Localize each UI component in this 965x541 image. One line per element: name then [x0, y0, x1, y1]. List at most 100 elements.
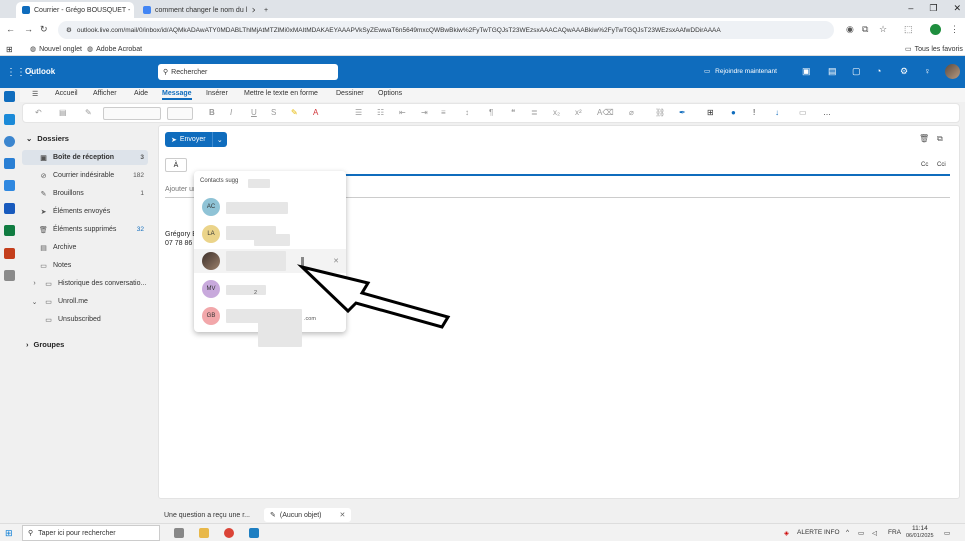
- powerpoint-app-icon[interactable]: [4, 248, 15, 259]
- teams-icon[interactable]: ▣: [802, 66, 811, 77]
- bcc-button[interactable]: Cci: [937, 162, 946, 168]
- reload-icon[interactable]: ↻: [40, 24, 48, 35]
- settings-gear-icon[interactable]: ⚙: [900, 66, 908, 77]
- folder-deleted[interactable]: 🗑 Éléments supprimés 32: [22, 222, 148, 237]
- send-button[interactable]: ➤ Envoyer ⌄: [165, 132, 227, 147]
- more-text-icon[interactable]: ≣: [531, 108, 538, 117]
- new-tab-button[interactable]: +: [258, 2, 274, 18]
- highlight-icon[interactable]: ✎: [291, 108, 298, 117]
- format-painter-icon[interactable]: ✎: [85, 108, 92, 117]
- delete-draft-icon[interactable]: 🗑: [919, 134, 929, 143]
- signature-icon[interactable]: ✒: [679, 108, 686, 117]
- folder-junk[interactable]: ⊘ Courrier indésirable 182: [22, 168, 148, 183]
- chat-icon[interactable]: ▢: [852, 66, 861, 77]
- bookmark-new-tab[interactable]: ◍ Nouvel onglet: [30, 45, 82, 54]
- font-color-icon[interactable]: A: [313, 108, 318, 117]
- clear-format-icon[interactable]: A⌫: [597, 108, 614, 117]
- superscript-icon[interactable]: x²: [575, 108, 582, 117]
- undo-icon[interactable]: ↶: [35, 108, 42, 117]
- close-tab-icon[interactable]: ✕: [251, 6, 255, 15]
- bullets-icon[interactable]: ☰: [355, 108, 362, 117]
- numbering-icon[interactable]: ☷: [377, 108, 384, 117]
- folder-sent[interactable]: ➤ Éléments envoyés: [22, 204, 148, 219]
- subscript-icon[interactable]: x₂: [553, 108, 560, 117]
- pinned-app-icon[interactable]: [249, 528, 259, 538]
- font-family-select[interactable]: [103, 107, 161, 120]
- cc-button[interactable]: Cc: [921, 162, 928, 168]
- taskbar-search-input[interactable]: ⚲ Taper ici pour rechercher: [22, 525, 160, 541]
- extensions-icon[interactable]: ⬚: [904, 24, 913, 35]
- font-size-select[interactable]: [167, 107, 193, 120]
- search-input[interactable]: ⚲ Rechercher: [158, 64, 338, 80]
- bold-icon[interactable]: B: [209, 108, 215, 117]
- menu-icon[interactable]: ⋮: [950, 24, 959, 35]
- to-button[interactable]: À: [165, 158, 187, 172]
- browser-tab-google[interactable]: comment changer le nom du l ✕: [137, 2, 255, 18]
- groups-section-header[interactable]: › Groupes: [26, 340, 64, 349]
- attach-icon[interactable]: ⌀: [629, 108, 634, 117]
- onedrive-app-icon[interactable]: [4, 158, 15, 169]
- language-indicator[interactable]: FRA: [888, 529, 901, 536]
- restore-icon[interactable]: ❐: [929, 3, 937, 14]
- popout-icon[interactable]: ⧉: [937, 134, 943, 144]
- notifications-icon[interactable]: ▭: [944, 529, 950, 537]
- align-icon[interactable]: ≡: [441, 108, 446, 117]
- tab-afficher[interactable]: Afficher: [93, 90, 117, 97]
- link-icon[interactable]: ⛓: [655, 108, 665, 117]
- folder-drafts[interactable]: ✎ Brouillons 1: [22, 186, 148, 201]
- subject-input[interactable]: Ajouter un: [165, 186, 197, 193]
- tab-dessiner[interactable]: Dessiner: [336, 90, 364, 97]
- folders-section-header[interactable]: ⌄ Dossiers: [26, 134, 69, 143]
- italic-icon[interactable]: I: [230, 108, 232, 117]
- word-app-icon[interactable]: [4, 203, 15, 214]
- more-options-icon[interactable]: ▭: [799, 108, 807, 117]
- quote-icon[interactable]: ❝: [511, 108, 515, 117]
- table-icon[interactable]: ⊞: [707, 108, 714, 117]
- close-window-icon[interactable]: ✕: [953, 3, 961, 14]
- volume-icon[interactable]: ◁: [872, 529, 877, 537]
- profile-icon[interactable]: [930, 24, 941, 35]
- task-view-icon[interactable]: [174, 528, 184, 538]
- install-app-icon[interactable]: ⧉: [862, 24, 868, 35]
- join-meeting-button[interactable]: ▭ Rejoindre maintenant: [704, 67, 777, 76]
- outdent-icon[interactable]: ⇤: [399, 108, 406, 117]
- folder-unrollme[interactable]: ⌄ ▭ Unroll.me: [22, 294, 148, 309]
- importance-high-icon[interactable]: !: [753, 108, 755, 117]
- close-draft-icon[interactable]: ✕: [340, 511, 346, 519]
- minimize-icon[interactable]: –: [908, 3, 913, 14]
- clock-date[interactable]: 06/01/2025: [906, 533, 934, 539]
- tray-arrow-icon[interactable]: ^: [846, 529, 849, 536]
- tab-options[interactable]: Options: [378, 90, 402, 97]
- back-icon[interactable]: ←: [6, 24, 15, 34]
- url-field[interactable]: ⚙ outlook.live.com/mail/0/inbox/id/AQMkA…: [58, 21, 834, 39]
- folder-history[interactable]: › ▭ Historique des conversatio...: [22, 276, 148, 291]
- line-spacing-icon[interactable]: ↕: [465, 108, 469, 117]
- outlook-brand[interactable]: Outlook: [25, 67, 55, 76]
- all-favorites[interactable]: ▭ Tous les favoris: [905, 45, 963, 54]
- eye-icon[interactable]: ◉: [846, 24, 854, 35]
- windows-start-icon[interactable]: ⊞: [5, 528, 13, 539]
- tab-inserer[interactable]: Insérer: [206, 90, 228, 97]
- tab-format-text[interactable]: Mettre le texte en forme: [244, 90, 318, 97]
- clipboard-icon[interactable]: ▤: [59, 108, 67, 117]
- folder-notes[interactable]: ▭ Notes: [22, 258, 148, 273]
- todo-app-icon[interactable]: [4, 180, 15, 191]
- send-options-chevron-icon[interactable]: ⌄: [213, 136, 227, 144]
- tab-message[interactable]: Message: [162, 90, 192, 100]
- bookmark-adobe[interactable]: ◍ Adobe Acrobat: [87, 45, 142, 54]
- dictate-icon[interactable]: ●: [731, 108, 736, 117]
- news-alert[interactable]: ALERTE INFO: [797, 529, 840, 536]
- draft-tab-question[interactable]: Une question a reçu une r...: [158, 508, 256, 522]
- draft-tab-no-subject[interactable]: ✎ (Aucun objet) ✕: [264, 508, 352, 522]
- underline-icon[interactable]: U: [251, 108, 257, 117]
- suggestion-item[interactable]: AC: [194, 195, 346, 219]
- excel-app-icon[interactable]: [4, 225, 15, 236]
- send-main[interactable]: ➤ Envoyer: [165, 132, 213, 147]
- site-info-icon[interactable]: ⚙: [66, 26, 72, 34]
- overflow-icon[interactable]: …: [823, 108, 831, 117]
- mail-app-icon[interactable]: [4, 91, 15, 102]
- indent-icon[interactable]: ⇥: [421, 108, 428, 117]
- tab-aide[interactable]: Aide: [134, 90, 148, 97]
- folder-inbox[interactable]: ▣ Boîte de réception 3: [22, 150, 148, 165]
- network-icon[interactable]: ▭: [858, 529, 864, 537]
